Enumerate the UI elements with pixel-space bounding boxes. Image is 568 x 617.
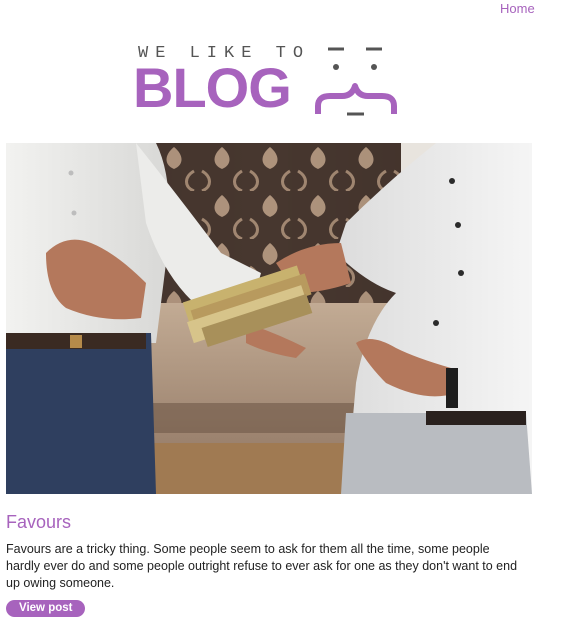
logo-word: BLOG [133,56,292,119]
view-post-button[interactable]: View post [6,600,86,617]
nav-home-link[interactable]: Home [500,1,535,17]
site-logo[interactable]: WE LIKE TO BLOG [132,40,407,122]
post-excerpt: Favours are a tricky thing. Some people … [6,542,518,590]
post-hero-image[interactable] [6,143,532,494]
page: Home WE LIKE TO BLOG Favours Favours are… [0,0,568,617]
post-title[interactable]: Favours [6,511,71,533]
smiley-brace-icon [315,47,397,116]
